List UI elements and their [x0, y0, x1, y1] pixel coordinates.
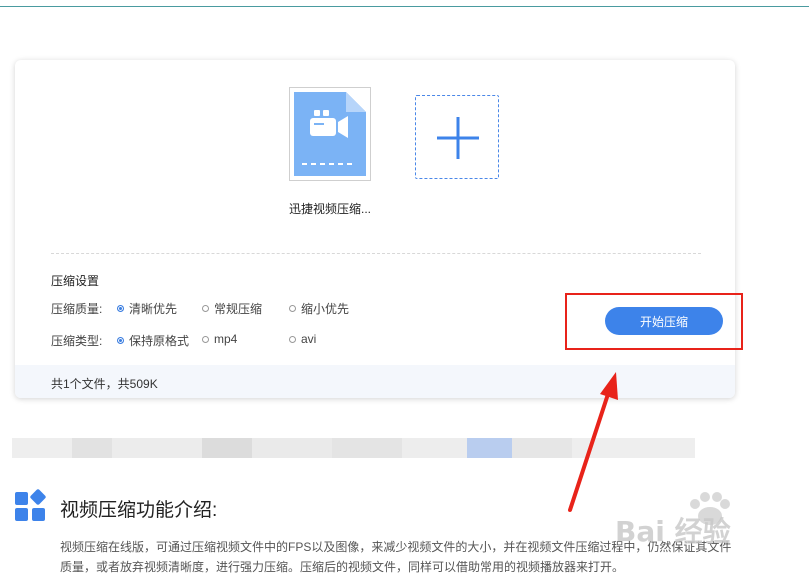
top-divider [0, 6, 809, 7]
file-summary: 共1个文件，共509K [51, 377, 158, 391]
quality-option-label: 缩小优先 [301, 302, 350, 316]
type-label: 压缩类型: [51, 334, 103, 348]
compress-panel: 迅捷视频压缩... 压缩设置 压缩质量: 清晰优先 常规压缩 缩小优先 压缩类型… [15, 60, 743, 398]
quality-option-label: 清晰优先 [129, 302, 178, 316]
quality-label: 压缩质量: [51, 302, 103, 316]
quality-option-label: 常规压缩 [214, 302, 263, 316]
quality-option-normal[interactable]: 常规压缩 [202, 300, 262, 317]
section-divider [51, 253, 701, 254]
radio-icon [289, 335, 296, 343]
type-option-original[interactable]: 保持原格式 [117, 332, 189, 349]
baidu-paw-logo [690, 492, 730, 525]
type-option-label: 保持原格式 [129, 334, 190, 348]
type-option-mp4[interactable]: mp4 [202, 332, 237, 346]
type-option-label: mp4 [214, 332, 238, 346]
feature-grid-icon [15, 489, 46, 521]
radio-icon [202, 335, 209, 343]
type-option-label: avi [301, 332, 317, 346]
blurred-text-line [12, 438, 695, 458]
radio-icon [289, 305, 296, 312]
file-name: 迅捷视频压缩... [288, 202, 371, 216]
plus-icon [437, 117, 479, 159]
add-file-button[interactable] [415, 95, 499, 179]
settings-title: 压缩设置 [51, 274, 100, 288]
video-file-thumbnail[interactable] [289, 87, 371, 181]
type-option-avi[interactable]: avi [289, 332, 316, 346]
file-summary-bar: 共1个文件，共509K [15, 365, 735, 398]
start-compress-button[interactable]: 开始压缩 [605, 307, 723, 335]
intro-text-line: 质量，或者放弃视频清晰度，进行强力压缩。压缩后的视频文件，同样可以借助常用的视频… [60, 560, 625, 574]
quality-option-small[interactable]: 缩小优先 [289, 300, 349, 317]
quality-option-clear[interactable]: 清晰优先 [117, 300, 177, 317]
radio-icon [202, 305, 209, 312]
radio-selected-icon [117, 305, 124, 312]
radio-selected-icon [117, 337, 124, 344]
intro-title: 视频压缩功能介绍: [60, 500, 218, 521]
intro-text-line: 视频压缩在线版，可通过压缩视频文件中的FPS以及图像，来减少视频文件的大小，并在… [60, 540, 732, 554]
video-file-icon [294, 92, 366, 176]
